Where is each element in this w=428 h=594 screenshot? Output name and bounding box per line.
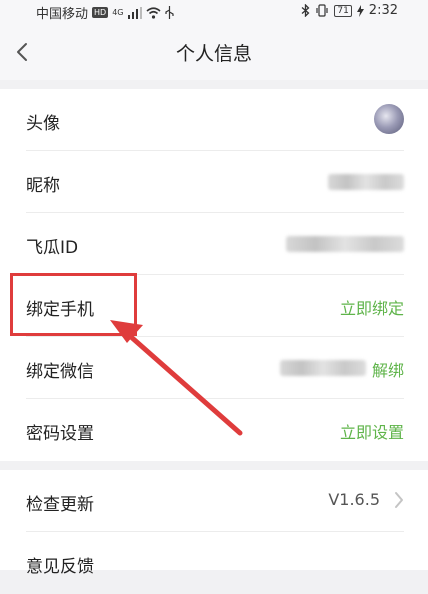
nav-header: 个人信息 xyxy=(0,22,428,80)
unbind-wechat-link[interactable]: 解绑 xyxy=(372,357,404,381)
usb-icon xyxy=(164,6,174,19)
charging-icon xyxy=(356,4,364,17)
wifi-icon xyxy=(145,6,161,19)
hd-badge: HD xyxy=(92,7,109,18)
bluetooth-icon xyxy=(301,4,310,17)
feigua-id-label: 飞瓜ID xyxy=(26,238,79,258)
feedback-row[interactable]: 意见反馈 xyxy=(0,532,428,594)
chevron-right-icon xyxy=(395,492,403,508)
avatar-row[interactable]: 头像 xyxy=(0,89,428,151)
bind-phone-link[interactable]: 立即绑定 xyxy=(340,295,404,319)
avatar[interactable] xyxy=(374,104,404,134)
network-type: 4G xyxy=(112,7,124,17)
password-row[interactable]: 密码设置 立即设置 xyxy=(0,399,428,461)
bind-wechat-label: 绑定微信 xyxy=(26,362,94,382)
check-update-label: 检查更新 xyxy=(26,495,94,515)
page-title: 个人信息 xyxy=(175,43,252,65)
password-label: 密码设置 xyxy=(26,424,94,444)
nickname-label: 昵称 xyxy=(26,176,60,196)
set-password-link[interactable]: 立即设置 xyxy=(340,419,404,443)
carrier-name: 中国移动 xyxy=(36,7,89,22)
settings-card: 检查更新 V1.6.5 意见反馈 xyxy=(0,470,428,577)
avatar-label: 头像 xyxy=(26,114,60,134)
nickname-row[interactable]: 昵称 xyxy=(0,151,428,213)
bind-wechat-row[interactable]: 绑定微信 解绑 xyxy=(0,337,428,399)
check-update-row[interactable]: 检查更新 V1.6.5 xyxy=(0,470,428,532)
feigua-id-row: 飞瓜ID xyxy=(0,213,428,275)
version-value: V1.6.5 xyxy=(328,490,380,509)
nickname-value-blurred xyxy=(328,174,404,190)
feigua-id-value-blurred xyxy=(286,236,404,252)
status-left: 中国移动 HD 4G xyxy=(36,3,174,22)
signal-icon xyxy=(127,6,142,19)
clock: 2:32 xyxy=(368,3,398,18)
annotation-highlight-box xyxy=(10,273,137,336)
vibrate-icon xyxy=(316,4,328,17)
battery-indicator: 71 xyxy=(334,4,352,17)
status-bar: 中国移动 HD 4G 71 2:32 xyxy=(0,0,428,22)
status-right: 71 2:32 xyxy=(301,3,398,18)
wechat-account-blurred xyxy=(280,360,366,376)
